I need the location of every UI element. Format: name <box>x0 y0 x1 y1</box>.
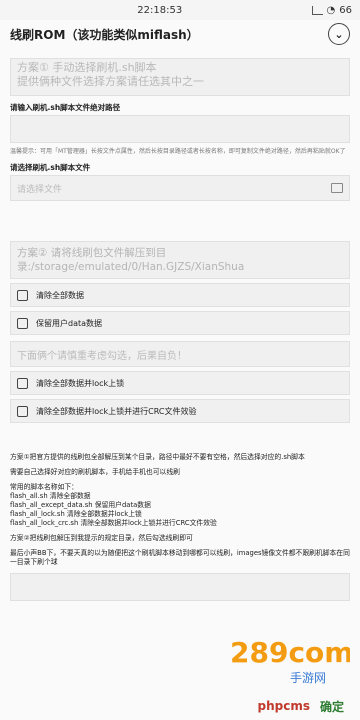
signal-icon <box>311 5 323 15</box>
folder-icon[interactable] <box>331 183 343 193</box>
chevron-down-icon[interactable]: ⌄ <box>328 23 350 45</box>
option-label: 清除全部数据并lock上锁 <box>36 378 125 388</box>
desc-p1: 方案①把官方提供的线刷包全部解压到某个目录，路径中最好不要有空格，然后选择对应的… <box>10 453 305 461</box>
option-label: 保留用户data数据 <box>36 318 103 328</box>
confirm-button[interactable]: 确定 <box>320 698 344 715</box>
status-icons: ◔ 66 <box>311 4 352 16</box>
option-keep-data[interactable]: 保留用户data数据 <box>10 311 350 335</box>
checkbox-icon[interactable] <box>17 289 28 301</box>
path-input-label: 请输入刷机.sh脚本文件绝对路径 <box>10 103 121 112</box>
plan2-hint: 方案② 请将线刷包文件解压到目录:/storage/emulated/0/Han… <box>10 241 350 279</box>
checkbox-icon[interactable] <box>17 377 28 389</box>
brand-text: phpcms <box>257 699 310 713</box>
desc-p3-title: 常用的脚本名称如下： <box>10 483 78 491</box>
desc-p4: 方案②把线刷包解压到我提示的规定目录，然后勾选线刷即可 <box>10 534 193 542</box>
desc-p3: 常用的脚本名称如下： flash_all.sh 清除全部数据 flash_all… <box>10 483 350 528</box>
warning-hint: 下面俩个请慎重考虑勾选，后果自负！ <box>10 341 350 367</box>
wifi-icon: ◔ <box>326 4 336 16</box>
app-header: 线刷ROM（该功能类似miflash） ⌄ <box>0 20 360 48</box>
script-select-label: 请选择刷机.sh脚本文件 <box>10 163 91 172</box>
path-input-note: 温馨提示：可用「MT管理器」长按文件点属性，然后长按目录路径或者长按名称，即可复… <box>10 148 346 155</box>
site-logo: 289com 手游网 <box>230 636 350 685</box>
desc-p2: 需要自己选择好对应的刷机脚本，手机给手机也可以线刷 <box>10 468 180 476</box>
bottom-input[interactable] <box>10 573 350 601</box>
checkbox-icon[interactable] <box>17 405 28 417</box>
bottom-bar: phpcms 确定 <box>0 692 360 720</box>
description: 方案①把官方提供的线刷包全部解压到某个目录，路径中最好不要有空格，然后选择对应的… <box>10 453 350 567</box>
desc-p5: 最后小声BB下，不要天真的以为随便把这个刷机脚本移动到哪都可以线刷，images… <box>10 549 350 566</box>
option-label: 清除全部数据并lock上锁并进行CRC文件效验 <box>36 406 197 416</box>
battery-level: 66 <box>339 4 352 16</box>
status-time: 22:18:53 <box>137 4 183 16</box>
status-bar: 22:18:53 ◔ 66 <box>0 0 360 20</box>
desc-script-line: flash_all.sh 清除全部数据 <box>10 492 91 500</box>
path-input[interactable] <box>10 115 350 143</box>
option-clear-lock-crc[interactable]: 清除全部数据并lock上锁并进行CRC文件效验 <box>10 399 350 423</box>
page-title: 线刷ROM（该功能类似miflash） <box>10 27 199 42</box>
script-file-select[interactable]: 请选择文件 <box>10 175 350 201</box>
plan1-hint: 方案① 手动选择刷机.sh脚本 提供俩种文件选择方案请任选其中之一 <box>10 58 350 96</box>
desc-script-line: flash_all_lock_crc.sh 清除全部数据并lock上锁并进行CR… <box>10 519 217 527</box>
logo-text: 289com <box>230 636 350 669</box>
logo-sub: 手游网 <box>290 671 326 685</box>
option-clear-lock[interactable]: 清除全部数据并lock上锁 <box>10 371 350 395</box>
option-clear-all[interactable]: 清除全部数据 <box>10 283 350 307</box>
desc-script-line: flash_all_except_data.sh 保留用户data数据 <box>10 501 151 509</box>
desc-script-line: flash_all_lock.sh 清除全部数据并lock上锁 <box>10 510 142 518</box>
option-label: 清除全部数据 <box>36 290 84 300</box>
checkbox-icon[interactable] <box>17 317 28 329</box>
script-file-placeholder: 请选择文件 <box>17 184 63 195</box>
